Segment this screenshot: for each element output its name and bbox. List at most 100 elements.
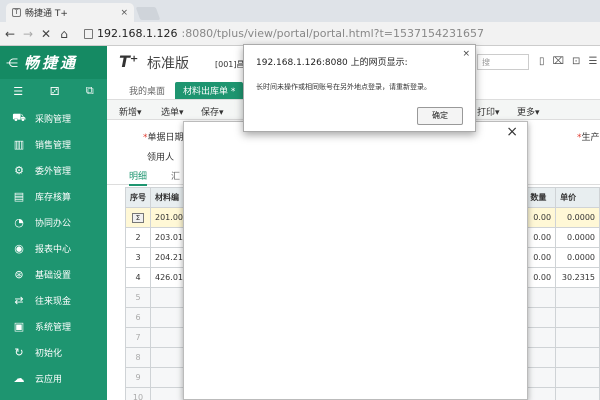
sidebar-item-9[interactable]: ↻ 初始化 (0, 339, 107, 365)
close-tab-icon[interactable]: × (120, 8, 128, 18)
price-cell[interactable]: 30.2315 (555, 267, 600, 288)
row-number[interactable]: 9 (125, 367, 151, 388)
window-icon[interactable]: ⧉ (86, 84, 94, 98)
sidebar-item-3[interactable]: ▤ 库存核算 (0, 183, 107, 209)
col-price[interactable]: 单价 (555, 187, 600, 208)
empty-cell[interactable] (525, 347, 557, 368)
quantity-cell[interactable]: 0.00 (525, 227, 557, 248)
empty-cell[interactable] (555, 347, 600, 368)
sidebar-item-7[interactable]: ⇄ 往来现金 (0, 287, 107, 313)
sidebar-item-10[interactable]: ☁ 云应用 (0, 365, 107, 391)
user-label: 领用人 (147, 153, 175, 163)
app-logo: ⋲ 畅捷通 (0, 46, 107, 79)
forward-arrow-icon[interactable]: → (22, 27, 34, 41)
empty-cell[interactable] (555, 327, 600, 348)
outsource-icon: ⚙ (14, 163, 24, 177)
quantity-cell[interactable]: 0.00 (525, 207, 557, 228)
price-cell[interactable]: 0.0000 (555, 227, 600, 248)
row-number[interactable]: Σ (125, 207, 151, 228)
more-button[interactable]: 更多▾ (517, 105, 540, 118)
row-number[interactable]: 10 (125, 387, 151, 400)
popup-panel: × (183, 121, 528, 400)
sidebar-item-label: 报表中心 (35, 244, 72, 255)
sidebar-item-2[interactable]: ⚙ 委外管理 (0, 157, 107, 183)
new-tab-button[interactable] (135, 7, 161, 20)
empty-cell[interactable] (555, 307, 600, 328)
sidebar-item-4[interactable]: ◔ 协同办公 (0, 209, 107, 235)
browser-tab-title: 畅捷通 T+ (25, 9, 68, 19)
sidebar-item-0[interactable]: ⛟ 采购管理 (0, 105, 107, 131)
row-number[interactable]: 3 (125, 247, 151, 268)
phone-icon[interactable]: ▯ (539, 56, 545, 67)
edition-label: 标准版 (147, 56, 189, 72)
sidebar-item-label: 采购管理 (35, 114, 72, 125)
cloud-icon: ☁ (13, 371, 25, 385)
sidebar-item-label: 销售管理 (35, 140, 72, 151)
header-icons: ▯ ⌧ ⊡ ☰ (539, 56, 597, 67)
empty-cell[interactable] (525, 287, 557, 308)
col-no[interactable]: 序号 (125, 187, 151, 208)
empty-cell[interactable] (525, 307, 557, 328)
tab-material-out[interactable]: 材料出库单 * (175, 82, 244, 99)
url-host: 192.168.1.126 (97, 27, 178, 40)
menu-icon[interactable]: ☰ (13, 85, 23, 98)
tab-my-desktop[interactable]: 我的桌面 (129, 84, 165, 97)
browser-tab[interactable]: T 畅捷通 T+ × (6, 3, 134, 22)
sidebar-item-5[interactable]: ◉ 报表中心 (0, 235, 107, 261)
alert-dialog: 192.168.1.126:8080 上的网页显示: × 长时间未操作或相同账号… (243, 44, 476, 132)
row-number[interactable]: 2 (125, 227, 151, 248)
back-arrow-icon[interactable]: ← (4, 27, 16, 41)
save-button[interactable]: 保存▾ (201, 105, 224, 118)
settings-icon: ⊛ (14, 267, 24, 281)
screen-icon[interactable]: ⊡ (572, 56, 580, 67)
browser-tab-strip: T 畅捷通 T+ × (0, 0, 600, 22)
row-number[interactable]: 6 (125, 307, 151, 328)
alert-message: 长时间未操作或相同账号在另外地点登录，请重新登录。 (256, 83, 431, 91)
favicon-icon: T (12, 8, 21, 17)
system-icon: ▣ (13, 319, 25, 333)
account-label[interactable]: [001]昌 (215, 59, 245, 70)
empty-cell[interactable] (525, 387, 557, 400)
tab-summary[interactable]: 汇 (171, 169, 180, 182)
sidebar-quick-actions: ☰ ⚂ ⧉ (0, 79, 107, 103)
header-search-input[interactable]: 搜 (477, 54, 529, 70)
price-cell[interactable]: 0.0000 (555, 207, 600, 228)
empty-cell[interactable] (525, 327, 557, 348)
sidebar-item-label: 往来现金 (35, 296, 72, 307)
quantity-cell[interactable]: 0.00 (525, 267, 557, 288)
home-icon[interactable]: ⌂ (58, 27, 70, 41)
message-icon[interactable]: ⌧ (553, 56, 565, 67)
app-sidebar: ⋲ 畅捷通 ☰ ⚂ ⧉ ⛟ 采购管理 ▥ 销售管理 ⚙ 委外管理 ▤ 库存核算 ◔ 协同办公 ◉ 报表… (0, 46, 107, 400)
sidebar-item-6[interactable]: ⊛ 基础设置 (0, 261, 107, 287)
sidebar-item-label: 基础设置 (35, 270, 72, 281)
col-qty[interactable]: 数量 (525, 187, 557, 208)
empty-cell[interactable] (525, 367, 557, 388)
tab-detail[interactable]: 明细 (129, 169, 148, 186)
choose-button[interactable]: 选单▾ (161, 105, 184, 118)
row-number[interactable]: 5 (125, 287, 151, 308)
list-icon[interactable]: ☰ (588, 56, 597, 67)
quantity-cell[interactable]: 0.00 (525, 247, 557, 268)
sidebar-menu: ⛟ 采购管理 ▥ 销售管理 ⚙ 委外管理 ▤ 库存核算 ◔ 协同办公 ◉ 报表中心 ⊛ 基础设置 ⇄ 往来现金… (0, 105, 107, 391)
new-button[interactable]: 新增▾ (119, 105, 142, 118)
url-field[interactable]: 192.168.1.126:8080/tplus/view/portal/por… (84, 27, 484, 40)
empty-cell[interactable] (555, 287, 600, 308)
cart-icon: ⛟ (12, 110, 26, 124)
sidebar-item-8[interactable]: ▣ 系统管理 (0, 313, 107, 339)
row-number[interactable]: 4 (125, 267, 151, 288)
alert-close-icon[interactable]: × (462, 49, 470, 59)
row-number[interactable]: 8 (125, 347, 151, 368)
favorites-icon[interactable]: ⚂ (50, 85, 60, 98)
sidebar-item-label: 委外管理 (35, 166, 72, 177)
empty-cell[interactable] (555, 367, 600, 388)
print-button[interactable]: 打印▾ (477, 105, 500, 118)
stop-icon[interactable]: ✕ (40, 27, 52, 41)
price-cell[interactable]: 0.0000 (555, 247, 600, 268)
alert-ok-button[interactable]: 确定 (417, 107, 463, 125)
sidebar-item-label: 初始化 (35, 348, 63, 359)
row-number[interactable]: 7 (125, 327, 151, 348)
panel-close-icon[interactable]: × (506, 124, 518, 140)
sidebar-back-icon[interactable]: ⋲ (6, 56, 18, 70)
empty-cell[interactable] (555, 387, 600, 400)
sidebar-item-1[interactable]: ▥ 销售管理 (0, 131, 107, 157)
